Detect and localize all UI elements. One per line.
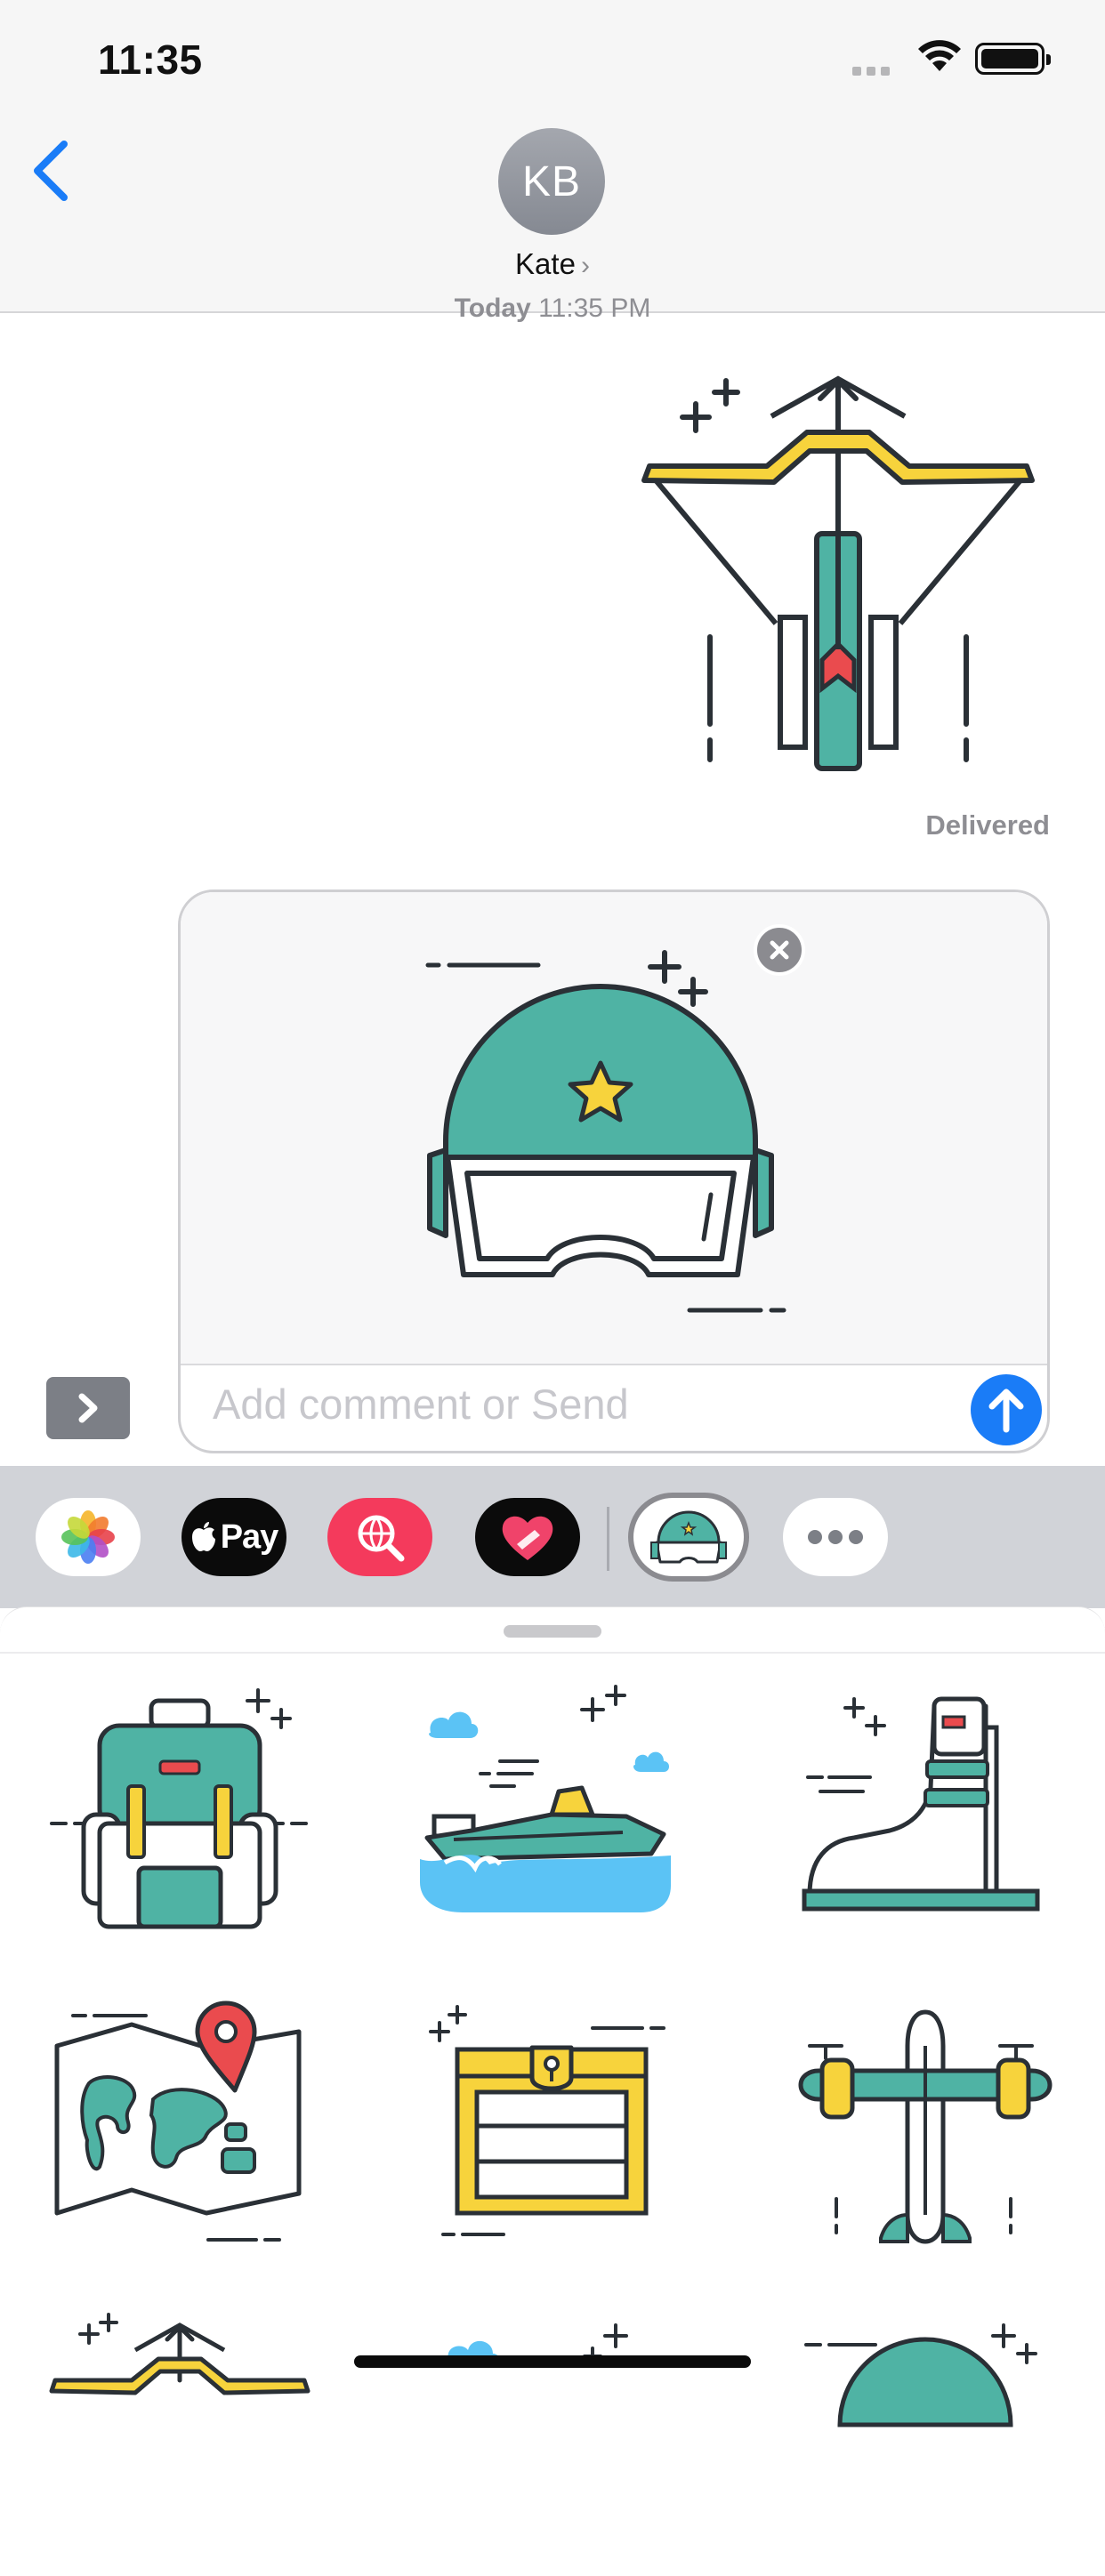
crossbow-sticker[interactable] (46, 2309, 313, 2576)
close-icon (770, 940, 789, 960)
arrow-up-icon (988, 1389, 1024, 1433)
globe-sticker[interactable] (792, 2309, 1059, 2576)
photos-app-button[interactable] (36, 1498, 141, 1576)
remove-sticker-button[interactable] (754, 924, 805, 976)
home-indicator[interactable] (354, 2355, 751, 2368)
drawer-divider (0, 1652, 1105, 1654)
tray-separator (607, 1507, 609, 1571)
sticker-preview (181, 892, 1047, 1365)
helmet-sticker-app-button[interactable] (628, 1493, 749, 1582)
apple-logo-icon (191, 1522, 215, 1551)
boot-sticker[interactable] (792, 1681, 1059, 1948)
helmet-sticker-preview (425, 950, 786, 1313)
more-apps-button[interactable] (783, 1498, 888, 1576)
expand-apps-button[interactable] (46, 1377, 130, 1439)
apple-pay-label: Pay (220, 1517, 279, 1556)
message-composer: Add comment or Send (178, 890, 1050, 1453)
photos-icon (61, 1510, 115, 1564)
message-input[interactable]: Add comment or Send (213, 1380, 629, 1429)
map-pin-sticker[interactable] (46, 1992, 313, 2259)
globe-search-icon (358, 1515, 405, 1562)
app-tray: Pay (0, 1466, 1105, 1608)
delivered-status: Delivered (925, 809, 1050, 841)
heart-sticker-app-button[interactable] (475, 1498, 580, 1576)
send-button[interactable] (971, 1374, 1042, 1445)
helmet-sticker-app-icon (650, 1510, 727, 1564)
treasure-chest-sticker[interactable] (418, 1992, 685, 2259)
backpack-sticker[interactable] (46, 1681, 313, 1948)
globe-search-app-button[interactable] (327, 1498, 432, 1576)
drawer-grabber[interactable] (504, 1625, 601, 1638)
airplane-sticker[interactable] (792, 1992, 1059, 2259)
crossbow-sticker-message[interactable] (633, 359, 1043, 786)
cloud-sticker[interactable] (418, 2309, 685, 2576)
speedboat-sticker[interactable] (418, 1681, 685, 1948)
heart-sticker-icon (502, 1516, 553, 1560)
chevron-right-icon (78, 1393, 98, 1423)
apple-pay-app-button[interactable]: Pay (181, 1498, 286, 1576)
more-icon (808, 1530, 863, 1544)
